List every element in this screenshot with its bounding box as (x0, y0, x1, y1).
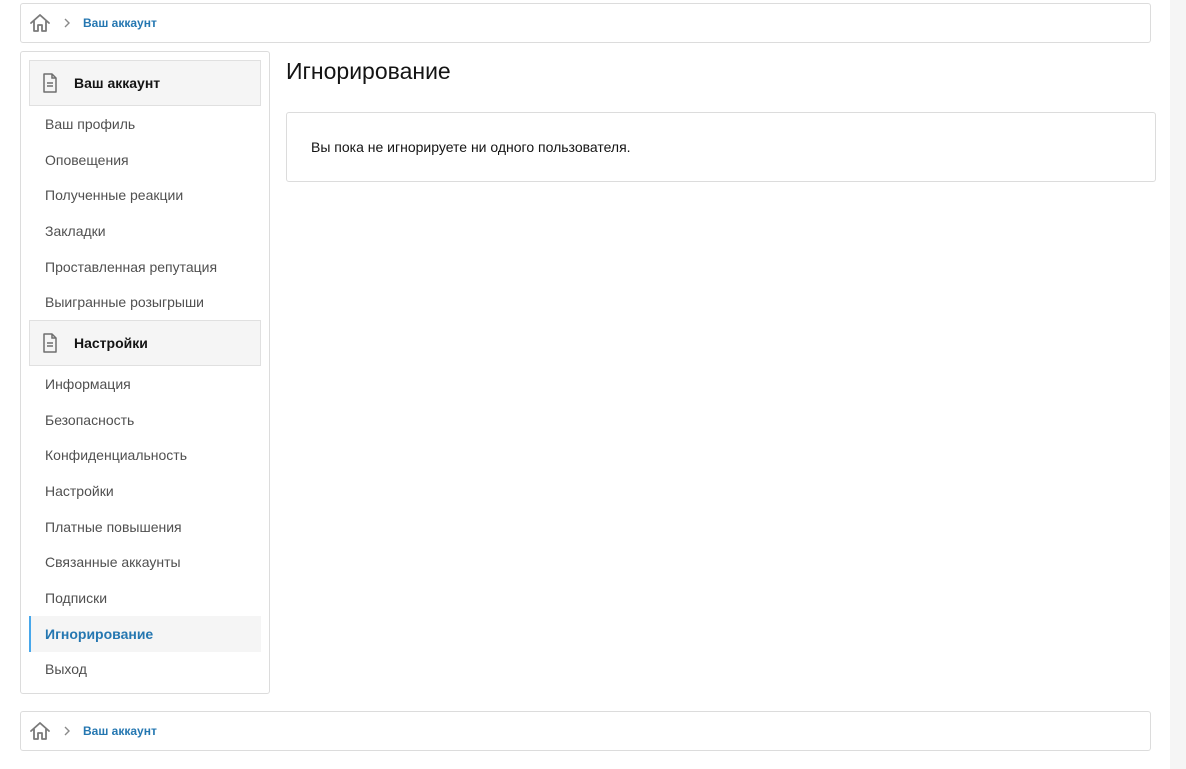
sidebar-section-title: Ваш аккаунт (74, 75, 161, 91)
document-icon (42, 333, 60, 353)
home-icon[interactable] (29, 12, 51, 34)
sidebar-item-connected-accounts[interactable]: Связанные аккаунты (29, 545, 261, 581)
breadcrumb-top: Ваш аккаунт (20, 3, 1151, 43)
home-icon[interactable] (29, 720, 51, 742)
empty-ignore-list-message: Вы пока не игнорируете ни одного пользов… (286, 112, 1156, 182)
sidebar-item-information[interactable]: Информация (29, 366, 261, 402)
breadcrumb-link-account[interactable]: Ваш аккаунт (83, 16, 157, 30)
chevron-right-icon (63, 725, 75, 737)
sidebar-item-profile[interactable]: Ваш профиль (29, 106, 261, 142)
sidebar-item-giveaways[interactable]: Выигранные розыгрыши (29, 284, 261, 320)
sidebar-item-subscriptions[interactable]: Подписки (29, 580, 261, 616)
sidebar-item-reactions[interactable]: Полученные реакции (29, 177, 261, 213)
sidebar-item-upgrades[interactable]: Платные повышения (29, 509, 261, 545)
sidebar-section-header-account: Ваш аккаунт (29, 60, 261, 106)
breadcrumb-link-account[interactable]: Ваш аккаунт (83, 724, 157, 738)
chevron-right-icon (63, 17, 75, 29)
sidebar-item-privacy[interactable]: Конфиденциальность (29, 438, 261, 474)
page-title: Игнорирование (286, 58, 451, 84)
breadcrumb-bottom: Ваш аккаунт (20, 711, 1151, 751)
sidebar-section-title: Настройки (74, 335, 148, 352)
page: Ваш аккаунт Ваш аккаунт Ваш профиль Опов… (0, 0, 1170, 769)
sidebar-item-ignoring[interactable]: Игнорирование (29, 615, 261, 652)
scrollbar-track[interactable] (1170, 0, 1186, 769)
sidebar-item-alerts[interactable]: Оповещения (29, 142, 261, 178)
sidebar-item-logout[interactable]: Выход (29, 652, 261, 688)
document-icon (42, 73, 60, 93)
account-sidebar: Ваш аккаунт Ваш профиль Оповещения Получ… (20, 51, 270, 694)
sidebar-item-bookmarks[interactable]: Закладки (29, 213, 261, 249)
sidebar-item-reputation[interactable]: Проставленная репутация (29, 249, 261, 285)
sidebar-item-security[interactable]: Безопасность (29, 402, 261, 438)
sidebar-item-preferences[interactable]: Настройки (29, 473, 261, 509)
sidebar-section-header-settings: Настройки (29, 320, 261, 367)
